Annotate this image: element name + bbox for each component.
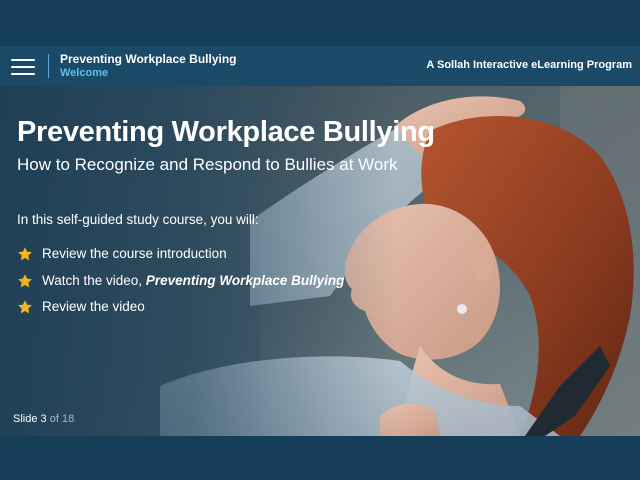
player-header: Preventing Workplace Bullying Welcome A … bbox=[0, 46, 640, 86]
list-item-text: Watch the video, bbox=[42, 272, 146, 288]
star-icon bbox=[18, 247, 32, 261]
slide-counter: Slide 3 of 18 bbox=[13, 413, 74, 425]
slide-counter-current: 3 bbox=[40, 413, 47, 425]
list-item: Review the video bbox=[17, 297, 344, 324]
list-item-text: Review the video bbox=[42, 299, 145, 314]
elearning-player: Preventing Workplace Bullying Welcome A … bbox=[0, 0, 640, 480]
slide-counter-prefix: Slide bbox=[13, 413, 38, 425]
hamburger-menu-icon[interactable] bbox=[11, 58, 35, 76]
slide-stage: Preventing Workplace Bullying How to Rec… bbox=[0, 86, 640, 436]
slide-counter-separator: of bbox=[49, 413, 59, 425]
list-item: Review the course introduction bbox=[17, 244, 344, 271]
menu-line bbox=[11, 73, 35, 75]
menu-line bbox=[11, 59, 35, 61]
section-title: Welcome bbox=[60, 67, 109, 79]
menu-line bbox=[11, 66, 35, 68]
course-title: Preventing Workplace Bullying bbox=[60, 52, 237, 66]
intro-text: In this self-guided study course, you wi… bbox=[17, 212, 259, 227]
list-item-emphasis: Preventing Workplace Bullying bbox=[145, 272, 345, 288]
star-icon bbox=[18, 273, 32, 287]
slide-title: Preventing Workplace Bullying bbox=[17, 116, 435, 148]
star-icon bbox=[18, 300, 32, 314]
slide-subtitle: How to Recognize and Respond to Bullies … bbox=[17, 155, 398, 174]
objective-list: Review the course introduction Watch the… bbox=[17, 244, 344, 324]
list-item-text: Review the course introduction bbox=[42, 246, 227, 261]
brand-label: A Sollah Interactive eLearning Program bbox=[426, 59, 632, 71]
list-item: Watch the video, Preventing Workplace Bu… bbox=[17, 271, 344, 298]
header-divider bbox=[48, 54, 49, 78]
slide-counter-total: 18 bbox=[61, 413, 75, 425]
